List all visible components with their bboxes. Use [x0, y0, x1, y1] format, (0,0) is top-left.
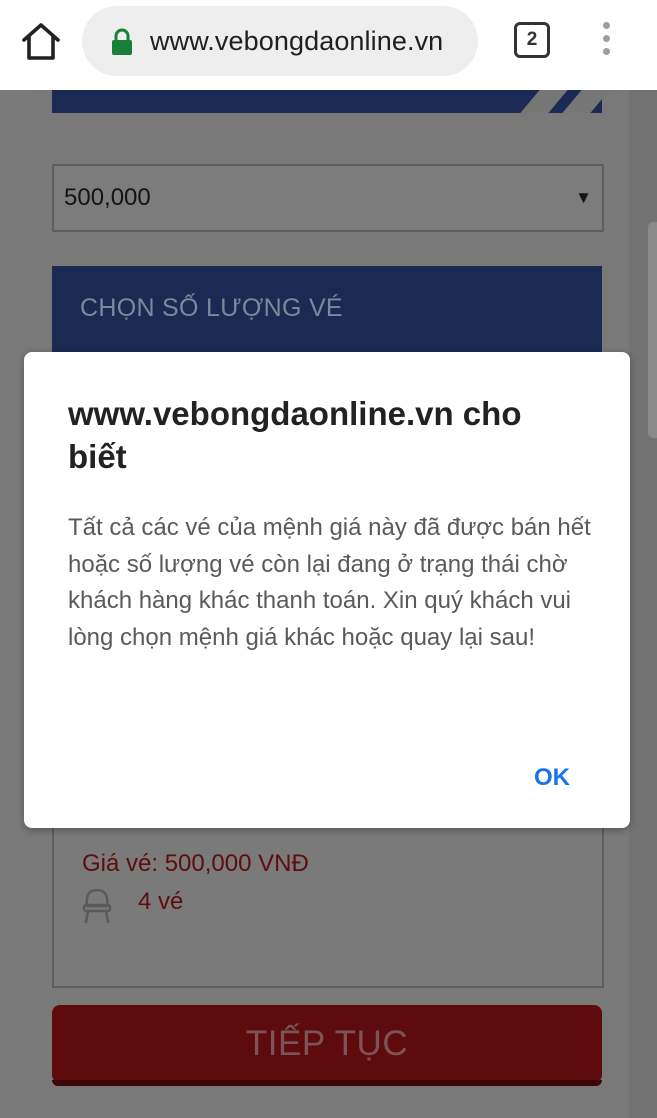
address-bar[interactable]: www.vebongdaonline.vn: [82, 6, 478, 76]
alert-dialog: www.vebongdaonline.vn cho biết Tất cả cá…: [24, 352, 630, 828]
chevron-down-icon: ▼: [575, 188, 592, 207]
ticket-count: 4 vé: [138, 888, 184, 915]
continue-button-label: TIẾP TỤC: [245, 1024, 409, 1063]
url-text: www.vebongdaonline.vn: [150, 26, 444, 56]
scrollbar[interactable]: [648, 222, 657, 438]
home-button[interactable]: [18, 20, 64, 64]
ticket-price-select[interactable]: 500,000 ▼: [52, 164, 604, 232]
ok-button[interactable]: OK: [520, 758, 584, 798]
lock-icon: [112, 28, 132, 55]
ticket-price: Giá vé: 500,000 VNĐ: [82, 850, 309, 877]
order-summary: Giá vé: 500,000 VNĐ 4 vé: [52, 826, 604, 988]
dialog-title: www.vebongdaonline.vn cho biết: [68, 395, 522, 475]
quantity-section-title: CHỌN SỐ LƯỢNG VÉ: [80, 294, 343, 322]
tab-switcher-button[interactable]: 2: [514, 22, 550, 58]
seat-icon: [82, 888, 112, 924]
tab-count: 2: [514, 22, 550, 58]
quantity-section-header: CHỌN SỐ LƯỢNG VÉ: [52, 266, 602, 356]
home-icon: [22, 23, 60, 60]
selected-price: 500,000: [64, 184, 151, 211]
top-banner: [52, 90, 610, 113]
browser-toolbar: www.vebongdaonline.vn 2: [0, 0, 657, 90]
continue-button[interactable]: TIẾP TỤC: [52, 1005, 602, 1086]
more-vert-icon[interactable]: [596, 22, 616, 62]
dialog-message: Tất cả các vé của mệnh giá này đã được b…: [68, 514, 591, 651]
